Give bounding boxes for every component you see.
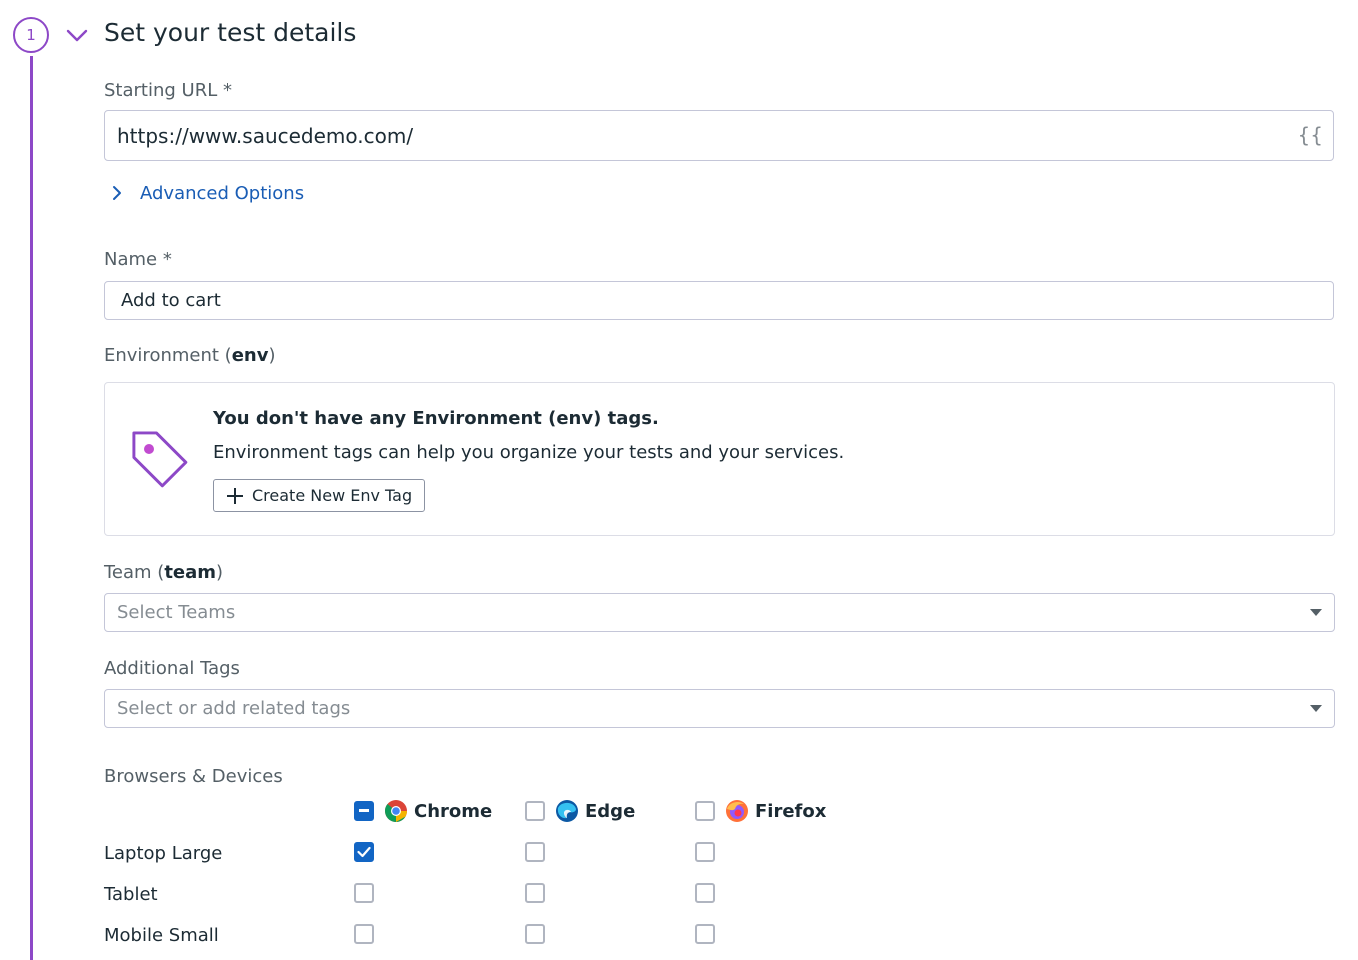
environment-label: Environment (env) bbox=[104, 345, 276, 366]
plus-icon bbox=[227, 487, 243, 504]
mobile-small-firefox-checkbox[interactable] bbox=[695, 924, 715, 944]
device-label-mobile-small: Mobile Small bbox=[104, 925, 219, 946]
firefox-select-all-checkbox[interactable] bbox=[695, 801, 715, 821]
chrome-select-all-checkbox[interactable] bbox=[354, 801, 374, 821]
team-select-placeholder: Select Teams bbox=[117, 602, 236, 623]
browsers-devices-label: Browsers & Devices bbox=[104, 766, 283, 787]
browser-column-edge: Edge bbox=[525, 798, 635, 824]
env-empty-title: You don't have any Environment (env) tag… bbox=[213, 408, 659, 429]
mobile-small-edge-checkbox[interactable] bbox=[525, 924, 545, 944]
device-label-laptop-large: Laptop Large bbox=[104, 843, 223, 864]
team-select[interactable]: Select Teams bbox=[104, 593, 1335, 632]
create-env-tag-button[interactable]: Create New Env Tag bbox=[213, 479, 425, 512]
tablet-chrome-checkbox[interactable] bbox=[354, 883, 374, 903]
tag-icon bbox=[132, 431, 188, 488]
step-number: 1 bbox=[26, 26, 36, 44]
additional-tags-placeholder: Select or add related tags bbox=[117, 698, 351, 719]
mobile-small-chrome-checkbox[interactable] bbox=[354, 924, 374, 944]
device-label-tablet: Tablet bbox=[104, 884, 158, 905]
caret-down-icon bbox=[1310, 609, 1322, 616]
step-number-badge: 1 bbox=[13, 17, 49, 53]
minus-icon bbox=[359, 809, 369, 812]
name-input[interactable]: Add to cart bbox=[104, 281, 1334, 320]
laptop-large-firefox-checkbox[interactable] bbox=[695, 842, 715, 862]
variable-braces-icon[interactable]: {{ bbox=[1298, 123, 1323, 147]
tablet-edge-checkbox[interactable] bbox=[525, 883, 545, 903]
step-title: Set your test details bbox=[104, 18, 357, 47]
edge-label: Edge bbox=[585, 800, 636, 822]
create-env-tag-label: Create New Env Tag bbox=[252, 486, 413, 505]
firefox-icon bbox=[726, 800, 748, 822]
browser-column-firefox: Firefox bbox=[695, 798, 826, 824]
team-label: Team (team) bbox=[104, 562, 224, 583]
starting-url-label: Starting URL * bbox=[104, 80, 232, 101]
tablet-firefox-checkbox[interactable] bbox=[695, 883, 715, 903]
checkmark-icon bbox=[357, 846, 371, 858]
edge-select-all-checkbox[interactable] bbox=[525, 801, 545, 821]
chevron-down-icon[interactable] bbox=[64, 24, 90, 46]
caret-down-icon bbox=[1310, 705, 1322, 712]
name-value: Add to cart bbox=[121, 290, 221, 311]
laptop-large-chrome-checkbox[interactable] bbox=[354, 842, 374, 862]
chrome-icon bbox=[385, 800, 407, 822]
name-label: Name * bbox=[104, 249, 172, 270]
chevron-right-icon bbox=[113, 186, 121, 200]
starting-url-input[interactable]: https://www.saucedemo.com/ {{ bbox=[104, 110, 1334, 161]
additional-tags-select[interactable]: Select or add related tags bbox=[104, 689, 1335, 728]
advanced-options-toggle[interactable]: Advanced Options bbox=[112, 180, 304, 206]
laptop-large-edge-checkbox[interactable] bbox=[525, 842, 545, 862]
firefox-label: Firefox bbox=[755, 800, 827, 822]
edge-icon bbox=[556, 800, 578, 822]
starting-url-value: https://www.saucedemo.com/ bbox=[117, 123, 414, 148]
additional-tags-label: Additional Tags bbox=[104, 658, 240, 679]
chrome-label: Chrome bbox=[414, 800, 493, 822]
browser-column-chrome: Chrome bbox=[354, 798, 492, 824]
env-empty-description: Environment tags can help you organize y… bbox=[213, 442, 845, 463]
step-progress-line bbox=[30, 56, 33, 960]
advanced-options-label: Advanced Options bbox=[140, 182, 305, 204]
